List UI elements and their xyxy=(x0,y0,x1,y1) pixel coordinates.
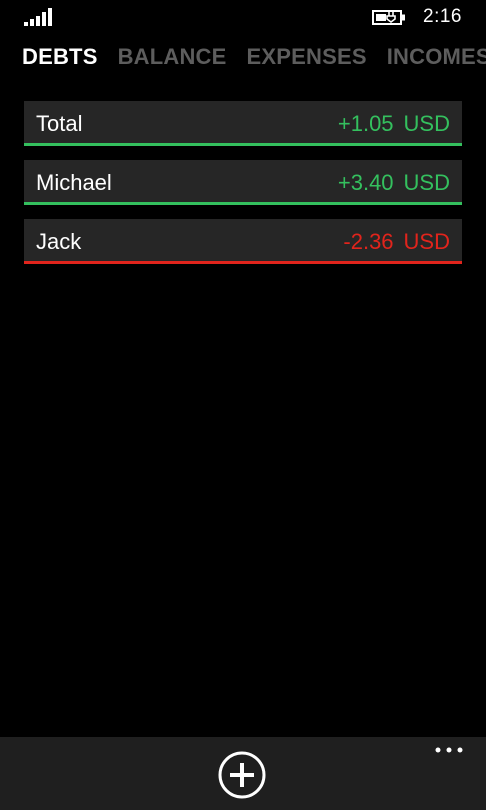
debts-list: Total +1.05 USD Michael +3.40 USD Jack -2.… xyxy=(24,101,462,278)
status-time: 2:16 xyxy=(423,6,462,27)
debt-amount-value: +3.40 xyxy=(337,170,394,195)
tab-incomes[interactable]: INCOMES xyxy=(387,44,486,70)
pivot-header: DEBTS BALANCE EXPENSES INCOMES xyxy=(22,44,486,70)
debt-currency: USD xyxy=(403,111,450,136)
debt-name: Jack xyxy=(36,229,82,254)
debt-amount: +3.40 USD xyxy=(338,170,450,196)
tab-expenses[interactable]: EXPENSES xyxy=(247,44,367,70)
debt-amount: -2.36 USD xyxy=(343,229,450,255)
debt-name: Total xyxy=(36,111,83,136)
add-circle-icon[interactable] xyxy=(218,751,266,799)
ellipsis-icon[interactable] xyxy=(434,745,464,757)
status-bar: 2:16 xyxy=(0,0,486,36)
negative-indicator-bar xyxy=(24,261,462,264)
tab-debts[interactable]: DEBTS xyxy=(22,44,98,70)
debt-name: Michael xyxy=(36,170,112,195)
debt-currency: USD xyxy=(403,229,450,254)
battery-charging-icon xyxy=(372,10,405,25)
debt-amount: +1.05 USD xyxy=(338,111,450,137)
debt-row-total[interactable]: Total +1.05 USD xyxy=(24,101,462,146)
signal-strength-icon xyxy=(24,8,52,26)
tab-balance[interactable]: BALANCE xyxy=(118,44,227,70)
positive-indicator-bar xyxy=(24,202,462,205)
app-bar xyxy=(0,737,486,810)
debt-amount-value: -2.36 xyxy=(343,229,394,254)
debt-row-jack[interactable]: Jack -2.36 USD xyxy=(24,219,462,264)
positive-indicator-bar xyxy=(24,143,462,146)
debt-currency: USD xyxy=(403,170,450,195)
debt-row-michael[interactable]: Michael +3.40 USD xyxy=(24,160,462,205)
debt-amount-value: +1.05 xyxy=(337,111,394,136)
